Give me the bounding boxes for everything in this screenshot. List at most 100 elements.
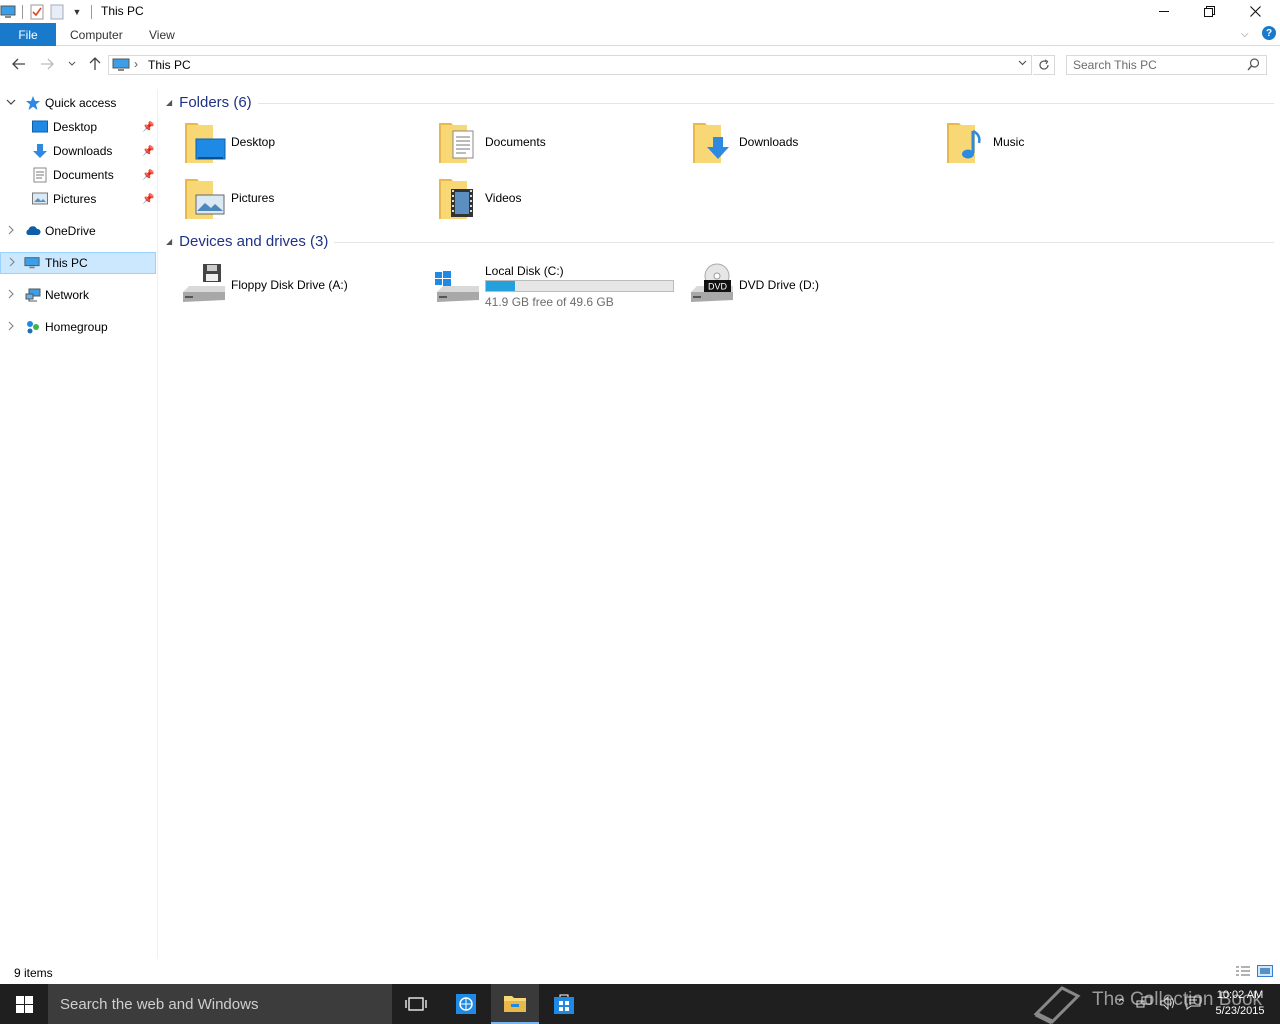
file-explorer-icon xyxy=(504,996,526,1012)
help-button[interactable]: ? xyxy=(1262,26,1276,40)
nav-homegroup[interactable]: Homegroup xyxy=(0,316,156,338)
chevron-down-icon[interactable] xyxy=(5,98,17,109)
devices-group-header[interactable]: ◢ Devices and drives (3) xyxy=(166,233,328,250)
nav-onedrive[interactable]: OneDrive xyxy=(0,220,156,242)
nav-label: This PC xyxy=(45,256,88,270)
dvd-badge: DVD xyxy=(708,282,728,292)
local-disk-icon xyxy=(435,271,479,302)
drive-local-c[interactable]: Local Disk (C:) 41.9 GB free of 49.6 GB xyxy=(435,262,675,310)
volume-icon[interactable] xyxy=(1160,995,1176,1013)
pin-icon[interactable]: 📌 xyxy=(142,146,154,157)
floppy-drive-icon xyxy=(183,264,225,302)
breadcrumb-chevron-icon[interactable]: › xyxy=(134,57,138,71)
large-icons-view-button[interactable] xyxy=(1257,965,1273,979)
title-bar: ▼ This PC xyxy=(0,0,1280,23)
pictures-folder-icon xyxy=(185,179,225,219)
action-center-icon[interactable] xyxy=(1185,996,1201,1013)
up-button[interactable] xyxy=(86,56,104,72)
network-tray-icon[interactable] xyxy=(1136,996,1152,1013)
taskbar-search-placeholder: Search the web and Windows xyxy=(60,996,259,1013)
chevron-right-icon[interactable] xyxy=(5,289,17,302)
address-bar[interactable]: › This PC xyxy=(108,55,1032,75)
clock-date: 5/23/2015 xyxy=(1215,1005,1265,1017)
folder-label: Music xyxy=(993,135,1025,149)
folder-videos[interactable]: Videos xyxy=(435,175,675,223)
pin-icon[interactable]: 📌 xyxy=(142,170,154,181)
homegroup-icon xyxy=(25,319,41,335)
show-hidden-icons-button[interactable]: ⌃ xyxy=(1116,996,1127,1012)
drive-dvd-d[interactable]: DVD DVD Drive (D:) xyxy=(689,262,929,310)
desktop-icon xyxy=(32,119,48,135)
folder-desktop[interactable]: Desktop xyxy=(181,119,421,167)
group-divider xyxy=(334,242,1274,243)
minimize-button[interactable] xyxy=(1141,0,1187,23)
new-folder-icon[interactable] xyxy=(49,4,65,20)
pin-icon[interactable]: 📌 xyxy=(142,194,154,205)
nav-network[interactable]: Network xyxy=(0,284,156,306)
refresh-button[interactable] xyxy=(1033,55,1055,75)
nav-this-pc[interactable]: This PC xyxy=(0,252,156,274)
nav-quick-desktop[interactable]: Desktop 📌 xyxy=(0,116,156,138)
pictures-icon xyxy=(32,191,48,207)
nav-quick-access[interactable]: Quick access xyxy=(0,92,156,114)
breadcrumb-this-pc[interactable]: This PC xyxy=(148,58,191,72)
expand-ribbon-icon[interactable]: ⌵ xyxy=(1241,29,1249,40)
nav-quick-pictures[interactable]: Pictures 📌 xyxy=(0,188,156,210)
drive-label: Local Disk (C:) xyxy=(485,264,564,278)
onedrive-icon xyxy=(25,223,41,239)
nav-label: Documents xyxy=(53,168,114,182)
folders-group-header[interactable]: ◢ Folders (6) xyxy=(166,94,252,111)
search-box[interactable] xyxy=(1066,55,1267,75)
chevron-right-icon[interactable] xyxy=(6,257,18,270)
customize-toolbar-icon[interactable]: ▼ xyxy=(69,4,85,20)
folder-documents[interactable]: Documents xyxy=(435,119,675,167)
pin-icon[interactable]: 📌 xyxy=(142,122,154,133)
start-button[interactable] xyxy=(0,984,48,1024)
drive-floppy[interactable]: Floppy Disk Drive (A:) xyxy=(181,262,421,310)
star-icon xyxy=(25,95,41,111)
taskbar-store-button[interactable] xyxy=(540,984,588,1024)
tab-file[interactable]: File xyxy=(0,23,56,46)
recent-locations-button[interactable] xyxy=(63,56,81,72)
dvd-drive-icon: DVD xyxy=(691,263,733,302)
window-title: This PC xyxy=(101,4,144,18)
restore-button[interactable] xyxy=(1186,0,1232,23)
search-input[interactable] xyxy=(1073,57,1243,73)
large-icons-view-icon xyxy=(1257,965,1273,977)
chevron-right-icon[interactable] xyxy=(5,321,17,334)
this-pc-icon xyxy=(24,255,40,271)
folder-pictures[interactable]: Pictures xyxy=(181,175,421,223)
search-icon[interactable] xyxy=(1247,58,1260,74)
forward-button[interactable] xyxy=(38,56,56,72)
folder-music[interactable]: Music xyxy=(943,119,1183,167)
group-divider xyxy=(258,103,1274,104)
task-view-button[interactable] xyxy=(392,984,440,1024)
chevron-right-icon[interactable] xyxy=(5,225,17,238)
clock[interactable]: 10:02 AM 5/23/2015 xyxy=(1208,987,1272,1019)
this-pc-icon[interactable] xyxy=(0,4,16,20)
ribbon-tabs: File Computer View ⌵ ? xyxy=(0,23,1280,46)
disk-free-text: 41.9 GB free of 49.6 GB xyxy=(485,295,614,309)
folder-label: Downloads xyxy=(739,135,799,149)
folder-downloads[interactable]: Downloads xyxy=(689,119,929,167)
nav-label: Network xyxy=(45,288,90,302)
store-icon xyxy=(554,994,574,1014)
nav-label: Homegroup xyxy=(45,320,108,334)
close-button[interactable] xyxy=(1232,0,1278,23)
clock-time: 10:02 AM xyxy=(1216,989,1264,1001)
taskbar-search-box[interactable]: Search the web and Windows xyxy=(48,984,392,1024)
collapse-triangle-icon[interactable]: ◢ xyxy=(166,98,172,107)
taskbar-file-explorer-button[interactable] xyxy=(491,984,539,1024)
properties-icon[interactable] xyxy=(29,4,45,20)
tab-view[interactable]: View xyxy=(149,28,175,42)
nav-quick-downloads[interactable]: Downloads 📌 xyxy=(0,140,156,162)
help-icon: ? xyxy=(1262,26,1276,40)
details-view-button[interactable] xyxy=(1235,965,1251,979)
address-dropdown-icon[interactable] xyxy=(1018,58,1027,69)
collapse-triangle-icon[interactable]: ◢ xyxy=(166,237,172,246)
tab-computer[interactable]: Computer xyxy=(70,28,123,42)
group-title: Folders (6) xyxy=(179,94,252,111)
nav-quick-documents[interactable]: Documents 📌 xyxy=(0,164,156,186)
taskbar-ie-button[interactable] xyxy=(442,984,490,1024)
back-button[interactable] xyxy=(10,56,28,72)
